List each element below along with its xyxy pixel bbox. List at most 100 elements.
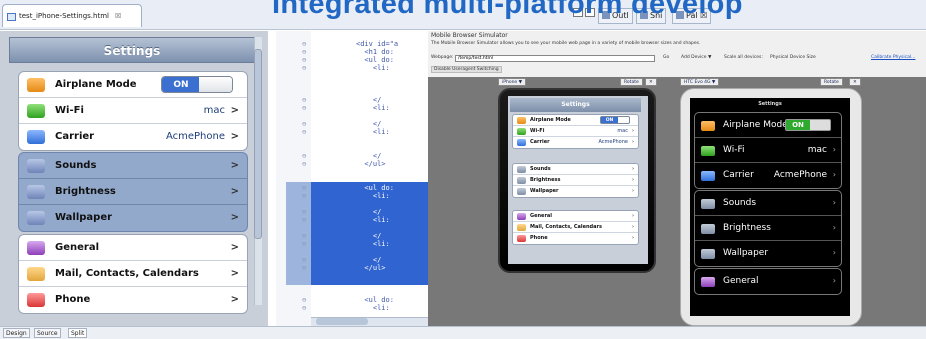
- android-settings-group: General ›: [694, 268, 842, 295]
- general-icon: [517, 213, 526, 220]
- android-row-general[interactable]: General ›: [695, 269, 841, 294]
- code-line: </: [356, 96, 382, 104]
- row-value: mac: [617, 128, 628, 134]
- sounds-icon: [27, 159, 45, 173]
- chevron-right-icon: ›: [631, 166, 634, 172]
- calibrate-link[interactable]: Calibrate Physical...: [871, 55, 915, 60]
- fold-marker-icon[interactable]: ⊖: [302, 208, 306, 216]
- settings-row-phone[interactable]: Phone >: [19, 287, 247, 313]
- android-row-wallpaper[interactable]: Wallpaper ›: [695, 241, 841, 266]
- fold-marker-icon[interactable]: ⊖: [302, 240, 306, 248]
- airplane-mode-toggle[interactable]: ON: [785, 119, 831, 131]
- row-value: AcmePhone: [598, 139, 628, 145]
- iphone-row-wallpaper[interactable]: Wallpaper ›: [513, 186, 638, 197]
- webpage-input[interactable]: /temp/test.html: [455, 55, 655, 62]
- iphone-row-sounds[interactable]: Sounds ›: [513, 164, 638, 175]
- android-row-sounds[interactable]: Sounds ›: [695, 191, 841, 216]
- fold-marker-icon[interactable]: ⊖: [302, 216, 306, 224]
- code-line: <li:: [356, 192, 390, 200]
- fold-marker-icon[interactable]: ⊖: [302, 104, 306, 112]
- settings-group-display: Sounds > Brightness > Wallpaper >: [18, 152, 248, 232]
- code-line: <li:: [356, 304, 390, 312]
- tab-source[interactable]: Source: [34, 328, 61, 338]
- editor-mode-tabs: [0, 326, 926, 339]
- rotate-button[interactable]: Rotate: [820, 78, 843, 86]
- fold-marker-icon[interactable]: ⊖: [302, 232, 306, 240]
- fold-marker-icon[interactable]: ⊖: [302, 40, 306, 48]
- scale-select[interactable]: Physical Device Size: [770, 55, 816, 60]
- settings-row-general[interactable]: General >: [19, 235, 247, 261]
- go-button[interactable]: Go: [663, 55, 669, 60]
- code-line: <ul do:: [356, 184, 394, 192]
- chevron-right-icon: ›: [832, 198, 836, 207]
- row-label: Brightness: [723, 223, 771, 233]
- android-settings-group: Sounds › Brightness › Wallpaper ›: [694, 190, 842, 267]
- iphone-row-carrier[interactable]: Carrier AcmePhone ›: [513, 137, 638, 148]
- settings-row-sounds[interactable]: Sounds >: [19, 153, 247, 179]
- iphone-row-airplane[interactable]: Airplane Mode ON: [513, 115, 638, 126]
- tab-design[interactable]: Design: [3, 328, 30, 338]
- fold-marker-icon[interactable]: ⊖: [302, 152, 306, 160]
- chevron-right-icon: ›: [631, 177, 634, 183]
- fold-marker-icon[interactable]: ⊖: [302, 304, 306, 312]
- android-row-airplane[interactable]: Airplane Mode ON: [695, 113, 841, 138]
- fold-marker-icon[interactable]: ⊖: [302, 160, 306, 168]
- settings-row-airplane-mode[interactable]: Airplane Mode ON: [19, 72, 247, 98]
- settings-row-wifi[interactable]: Wi-Fi mac >: [19, 98, 247, 124]
- row-label: Phone: [530, 235, 548, 241]
- code-line: </ul>: [356, 264, 386, 272]
- fold-marker-icon[interactable]: ⊖: [302, 56, 306, 64]
- fold-marker-icon[interactable]: ⊖: [302, 296, 306, 304]
- close-icon[interactable]: ✕: [645, 78, 657, 86]
- iphone-row-phone[interactable]: Phone ›: [513, 233, 638, 244]
- android-row-carrier[interactable]: Carrier AcmePhone ›: [695, 163, 841, 188]
- android-row-brightness[interactable]: Brightness ›: [695, 216, 841, 241]
- settings-row-brightness[interactable]: Brightness >: [19, 179, 247, 205]
- add-device-button[interactable]: Add Device ▼: [681, 55, 711, 60]
- carrier-icon: [701, 171, 715, 181]
- iphone-row-mail[interactable]: Mail, Contacts, Calendars ›: [513, 222, 638, 233]
- tab-split[interactable]: Split: [68, 328, 88, 338]
- wallpaper-icon: [27, 211, 45, 225]
- fold-marker-icon[interactable]: ⊖: [302, 264, 306, 272]
- close-icon[interactable]: ✕: [849, 78, 861, 86]
- sounds-icon: [517, 166, 526, 173]
- settings-row-wallpaper[interactable]: Wallpaper >: [19, 205, 247, 231]
- row-value: AcmePhone: [165, 131, 225, 142]
- device-select-iphone[interactable]: iPhone ▼: [498, 78, 527, 86]
- chevron-right-icon: ›: [631, 213, 634, 219]
- row-label: Wi-Fi: [723, 145, 745, 155]
- row-label: Wallpaper: [55, 212, 113, 223]
- scrollbar-thumb[interactable]: [316, 318, 368, 325]
- iphone-row-wifi[interactable]: Wi-Fi mac ›: [513, 126, 638, 137]
- code-line: <li:: [356, 240, 390, 248]
- iphone-row-brightness[interactable]: Brightness ›: [513, 175, 638, 186]
- html-file-icon: [7, 13, 16, 21]
- airplane-mode-toggle[interactable]: ON: [161, 76, 233, 93]
- fold-marker-icon[interactable]: ⊖: [302, 128, 306, 136]
- fold-marker-icon[interactable]: ⊖: [302, 48, 306, 56]
- selection-gutter: [286, 182, 311, 285]
- settings-row-carrier[interactable]: Carrier AcmePhone >: [19, 124, 247, 150]
- android-row-wifi[interactable]: Wi-Fi mac ›: [695, 138, 841, 163]
- device-select-htc[interactable]: HTC Evo 4G ▼: [680, 78, 720, 86]
- carrier-icon: [27, 130, 45, 144]
- fold-marker-icon[interactable]: ⊖: [302, 184, 306, 192]
- scrollbar-thumb[interactable]: [254, 49, 262, 239]
- fold-marker-icon[interactable]: ⊖: [302, 64, 306, 72]
- editor-tab[interactable]: test_iPhone-Settings.html ☒: [2, 4, 142, 27]
- fold-marker-icon[interactable]: ⊖: [302, 120, 306, 128]
- close-icon[interactable]: ☒: [115, 12, 121, 20]
- airplane-mode-toggle[interactable]: ON: [600, 116, 630, 124]
- webpage-label: Webpage:: [431, 55, 454, 60]
- fold-marker-icon[interactable]: ⊖: [302, 192, 306, 200]
- useragent-switch-option[interactable]: Disable Useragent Switching: [431, 66, 502, 73]
- code-line: <li:: [356, 64, 390, 72]
- fold-marker-icon[interactable]: ⊖: [302, 256, 306, 264]
- rotate-button[interactable]: Rotate: [620, 78, 643, 86]
- scale-label: Scale all devices:: [724, 55, 763, 60]
- settings-row-mail[interactable]: Mail, Contacts, Calendars >: [19, 261, 247, 287]
- iphone-row-general[interactable]: General ›: [513, 211, 638, 222]
- fold-marker-icon[interactable]: ⊖: [302, 96, 306, 104]
- wallpaper-icon: [701, 249, 715, 259]
